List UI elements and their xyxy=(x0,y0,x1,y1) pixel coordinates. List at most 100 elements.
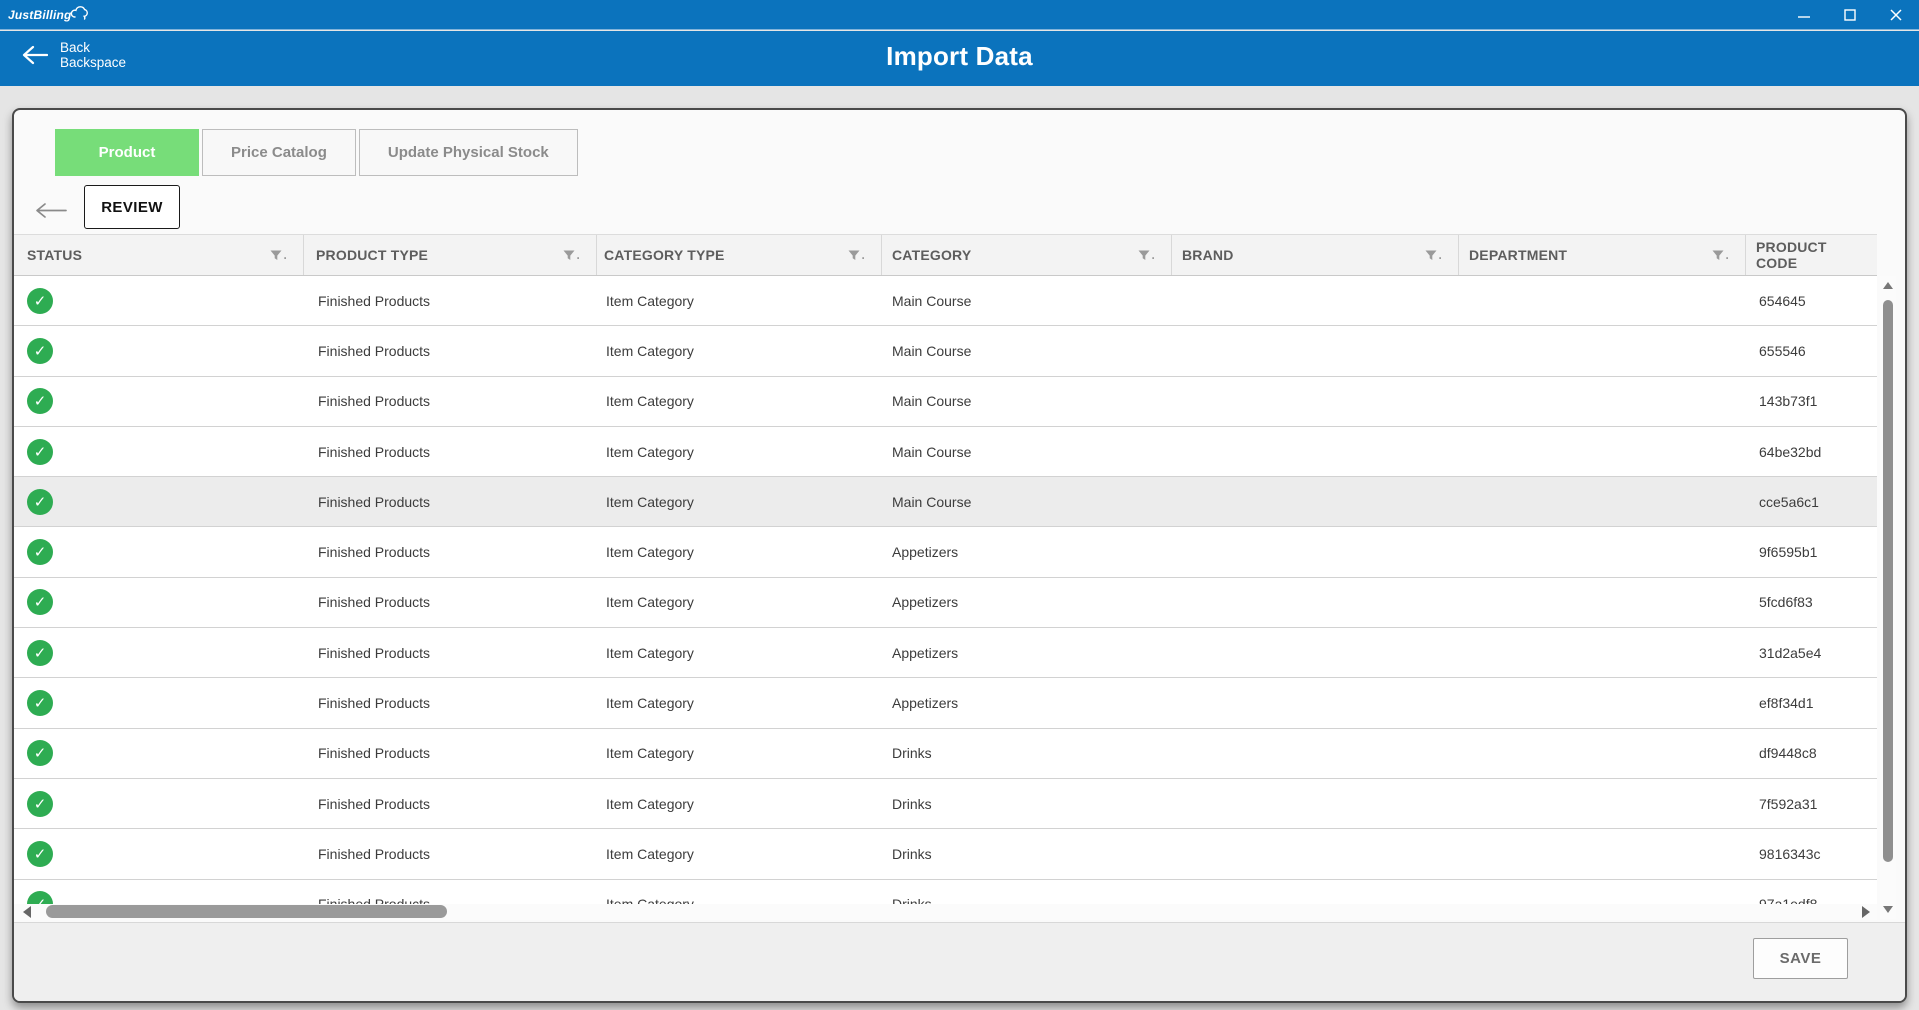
filter-icon xyxy=(848,250,860,261)
table-row[interactable]: ✓Finished ProductsItem CategoryMain Cour… xyxy=(14,427,1877,477)
table-row[interactable]: ✓Finished ProductsItem CategoryAppetizer… xyxy=(14,578,1877,628)
column-header-category[interactable]: CATEGORY. xyxy=(882,235,1172,275)
filter-button[interactable]: . xyxy=(1425,250,1442,261)
horizontal-scrollbar[interactable] xyxy=(14,904,1877,920)
cell-product-type: Finished Products xyxy=(304,343,597,359)
table-row[interactable]: ✓Finished ProductsItem CategoryDrinks7f5… xyxy=(14,779,1877,829)
table-row[interactable]: ✓Finished ProductsItem CategoryAppetizer… xyxy=(14,628,1877,678)
grid-back-button[interactable] xyxy=(35,202,67,224)
cell-product-code: ef8f34d1 xyxy=(1746,695,1877,711)
column-header-label: STATUS xyxy=(27,247,82,263)
review-button[interactable]: REVIEW xyxy=(84,185,180,229)
cell-product-type: Finished Products xyxy=(304,594,597,610)
scroll-down-icon[interactable] xyxy=(1883,906,1893,913)
cell-product-type: Finished Products xyxy=(304,896,597,904)
success-check-icon: ✓ xyxy=(27,439,53,465)
scroll-up-icon[interactable] xyxy=(1883,282,1893,289)
table-row[interactable]: ✓Finished ProductsItem CategoryAppetizer… xyxy=(14,527,1877,577)
status-cell: ✓ xyxy=(14,539,304,565)
filter-button[interactable]: . xyxy=(1138,250,1155,261)
cell-product-code: 9816343c xyxy=(1746,846,1877,862)
filter-icon xyxy=(1138,250,1150,261)
table-row[interactable]: ✓Finished ProductsItem CategoryDrinks981… xyxy=(14,829,1877,879)
table-body: ✓Finished ProductsItem CategoryMain Cour… xyxy=(14,276,1877,904)
filter-dot: . xyxy=(861,250,865,260)
success-check-icon: ✓ xyxy=(27,640,53,666)
card-footer: SAVE xyxy=(14,922,1905,1003)
tab-strip: ProductPrice CatalogUpdate Physical Stoc… xyxy=(55,129,578,176)
status-cell: ✓ xyxy=(14,841,304,867)
cell-category: Main Course xyxy=(882,343,1172,359)
cell-category-type: Item Category xyxy=(597,293,882,309)
window-title-bar: JustBilling xyxy=(0,0,1919,30)
cell-category: Appetizers xyxy=(882,645,1172,661)
cell-product-type: Finished Products xyxy=(304,544,597,560)
cell-category: Drinks xyxy=(882,796,1172,812)
table-row[interactable]: ✓Finished ProductsItem CategoryDrinks97a… xyxy=(14,880,1877,904)
success-check-icon: ✓ xyxy=(27,338,53,364)
grid-back-arrow-icon xyxy=(35,202,67,219)
scroll-left-icon[interactable] xyxy=(23,906,31,918)
tab-price-catalog[interactable]: Price Catalog xyxy=(202,129,356,176)
column-header-product-code[interactable]: PRODUCT CODE xyxy=(1746,235,1877,275)
status-cell: ✓ xyxy=(14,740,304,766)
filter-button[interactable]: . xyxy=(848,250,865,261)
maximize-icon xyxy=(1844,9,1856,21)
cell-product-code: 655546 xyxy=(1746,343,1877,359)
tab-update-physical-stock[interactable]: Update Physical Stock xyxy=(359,129,578,176)
success-check-icon: ✓ xyxy=(27,489,53,515)
tab-product[interactable]: Product xyxy=(55,129,199,176)
maximize-button[interactable] xyxy=(1827,0,1873,30)
horizontal-scrollbar-thumb[interactable] xyxy=(46,905,447,918)
scroll-right-icon[interactable] xyxy=(1862,906,1870,918)
column-header-product-type[interactable]: PRODUCT TYPE. xyxy=(304,235,597,275)
cell-category-type: Item Category xyxy=(597,544,882,560)
cell-category-type: Item Category xyxy=(597,846,882,862)
app-header: Back Backspace Import Data xyxy=(0,31,1919,86)
app-logo: JustBilling xyxy=(8,8,88,22)
window-controls xyxy=(1781,0,1919,30)
success-check-icon: ✓ xyxy=(27,740,53,766)
filter-icon xyxy=(1425,250,1437,261)
vertical-scrollbar[interactable] xyxy=(1880,276,1896,919)
cell-product-type: Finished Products xyxy=(304,293,597,309)
filter-button[interactable]: . xyxy=(270,250,287,261)
filter-icon xyxy=(270,250,282,261)
table-row[interactable]: ✓Finished ProductsItem CategoryMain Cour… xyxy=(14,477,1877,527)
cell-product-type: Finished Products xyxy=(304,444,597,460)
filter-button[interactable]: . xyxy=(1712,250,1729,261)
table-row[interactable]: ✓Finished ProductsItem CategoryMain Cour… xyxy=(14,276,1877,326)
column-header-category-type[interactable]: CATEGORY TYPE. xyxy=(597,235,882,275)
cell-category-type: Item Category xyxy=(597,393,882,409)
minimize-button[interactable] xyxy=(1781,0,1827,30)
table-row[interactable]: ✓Finished ProductsItem CategoryMain Cour… xyxy=(14,326,1877,376)
cell-category-type: Item Category xyxy=(597,896,882,904)
filter-dot: . xyxy=(1438,250,1442,260)
column-header-status[interactable]: STATUS. xyxy=(14,235,304,275)
success-check-icon: ✓ xyxy=(27,288,53,314)
column-header-brand[interactable]: BRAND. xyxy=(1172,235,1459,275)
success-check-icon: ✓ xyxy=(27,589,53,615)
filter-button[interactable]: . xyxy=(563,250,580,261)
success-check-icon: ✓ xyxy=(27,388,53,414)
table-row[interactable]: ✓Finished ProductsItem CategoryAppetizer… xyxy=(14,678,1877,728)
column-header-department[interactable]: DEPARTMENT. xyxy=(1459,235,1746,275)
minimize-icon xyxy=(1798,9,1810,21)
cell-product-type: Finished Products xyxy=(304,796,597,812)
success-check-icon: ✓ xyxy=(27,791,53,817)
cell-product-type: Finished Products xyxy=(304,393,597,409)
close-button[interactable] xyxy=(1873,0,1919,30)
cell-product-code: 64be32bd xyxy=(1746,444,1877,460)
cell-category: Drinks xyxy=(882,745,1172,761)
cell-category: Drinks xyxy=(882,846,1172,862)
cell-category: Appetizers xyxy=(882,695,1172,711)
save-button[interactable]: SAVE xyxy=(1753,938,1848,979)
vertical-scrollbar-thumb[interactable] xyxy=(1883,300,1893,862)
cell-category: Main Course xyxy=(882,444,1172,460)
table-row[interactable]: ✓Finished ProductsItem CategoryMain Cour… xyxy=(14,377,1877,427)
cell-product-code: 31d2a5e4 xyxy=(1746,645,1877,661)
column-header-label: PRODUCT CODE xyxy=(1756,239,1861,271)
cell-category: Drinks xyxy=(882,896,1172,904)
cell-product-code: 7f592a31 xyxy=(1746,796,1877,812)
table-row[interactable]: ✓Finished ProductsItem CategoryDrinksdf9… xyxy=(14,729,1877,779)
